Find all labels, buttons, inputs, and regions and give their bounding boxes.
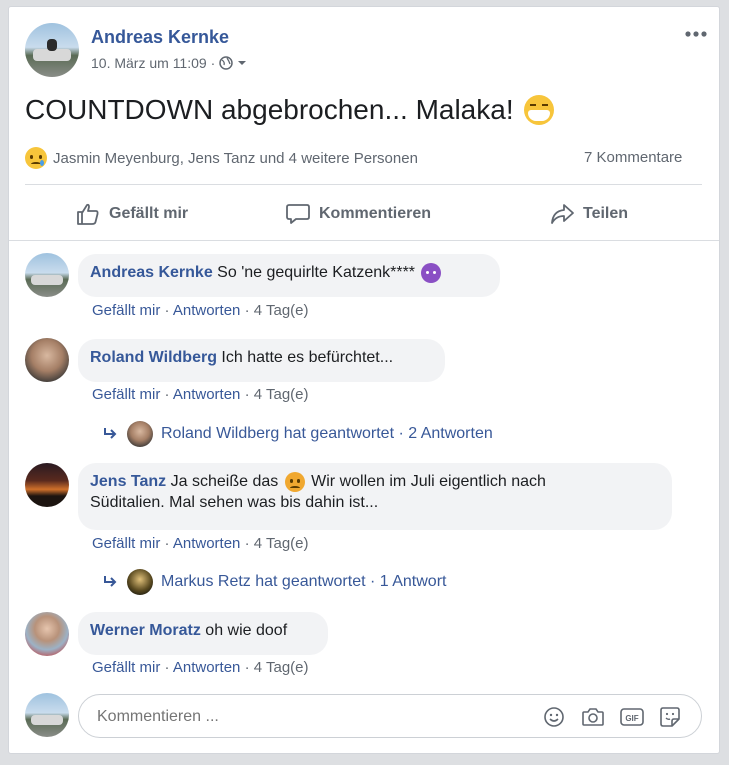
thumbs-up-icon bbox=[77, 203, 99, 225]
share-arrow-icon bbox=[551, 204, 574, 224]
view-replies-link[interactable]: Roland Wildberg hat geantwortet · 2 Antw… bbox=[103, 421, 493, 447]
ellipsis-icon bbox=[685, 31, 707, 37]
comment-text: Süditalien. Mal sehen was bis dahin ist.… bbox=[90, 494, 379, 511]
comment-author[interactable]: Werner Moratz bbox=[90, 622, 201, 639]
sad-reaction-icon bbox=[25, 147, 47, 169]
comment-like-link[interactable]: Gefällt mir bbox=[92, 659, 160, 676]
post-card: Andreas Kernke 10. März um 11:09 · COUNT… bbox=[8, 6, 720, 754]
comment-bubble: Andreas Kernke So 'ne gequirlte Katzenk*… bbox=[78, 254, 500, 297]
divider bbox=[9, 240, 719, 241]
post-meta: 10. März um 11:09 · bbox=[91, 55, 247, 71]
share-button[interactable]: Teilen bbox=[549, 201, 628, 227]
comment-actions: Gefällt mir · Antworten · 4 Tag(e) bbox=[92, 302, 309, 319]
comment-reply-link[interactable]: Antworten bbox=[173, 386, 241, 403]
post-author-name[interactable]: Andreas Kernke bbox=[91, 27, 229, 48]
reply-arrow-icon bbox=[104, 576, 117, 587]
comment-text: Ja scheiße das bbox=[170, 473, 279, 490]
comment-bubble: Werner Moratz oh wie doof bbox=[78, 612, 328, 655]
comment-bubble: Roland Wildberg Ich hatte es befürchtet.… bbox=[78, 339, 445, 382]
gif-icon[interactable]: GIF bbox=[619, 706, 645, 728]
camera-icon[interactable] bbox=[581, 706, 605, 728]
reactions-text[interactable]: Jasmin Meyenburg, Jens Tanz und 4 weiter… bbox=[53, 150, 418, 167]
comment-text: So 'ne gequirlte Katzenk**** bbox=[217, 264, 416, 281]
comment-reply-link[interactable]: Antworten bbox=[173, 659, 241, 676]
comment-avatar[interactable] bbox=[25, 463, 69, 507]
sticker-icon[interactable] bbox=[659, 706, 681, 728]
post-timestamp[interactable]: 10. März um 11:09 · bbox=[91, 55, 215, 71]
comment-time[interactable]: 4 Tag(e) bbox=[254, 535, 309, 552]
comment-time[interactable]: 4 Tag(e) bbox=[254, 386, 309, 403]
comment-author[interactable]: Andreas Kernke bbox=[90, 264, 213, 281]
reactions-summary[interactable]: Jasmin Meyenburg, Jens Tanz und 4 weiter… bbox=[25, 147, 418, 169]
mask-face-emoji-icon bbox=[523, 95, 554, 125]
comment-composer: GIF bbox=[78, 694, 702, 738]
comment-avatar[interactable] bbox=[25, 612, 69, 656]
view-replies-link[interactable]: Markus Retz hat geantwortet · 1 Antwort bbox=[103, 569, 446, 595]
comments-count[interactable]: 7 Kommentare bbox=[584, 149, 682, 166]
composer-avatar bbox=[25, 693, 69, 737]
comment-like-link[interactable]: Gefällt mir bbox=[92, 302, 160, 319]
emoji-icon[interactable] bbox=[543, 706, 565, 728]
like-button[interactable]: Gefällt mir bbox=[75, 201, 188, 227]
globe-icon[interactable] bbox=[219, 56, 233, 70]
comment-bubble: Jens Tanz Ja scheiße das Wir wollen im J… bbox=[78, 463, 672, 530]
comment-actions: Gefällt mir · Antworten · 4 Tag(e) bbox=[92, 659, 309, 676]
comment-text: oh wie doof bbox=[205, 622, 288, 639]
comment-time[interactable]: 4 Tag(e) bbox=[254, 302, 309, 319]
disappointed-emoji-icon bbox=[284, 471, 305, 492]
comment-reply-link[interactable]: Antworten bbox=[173, 302, 241, 319]
post-text: COUNTDOWN abgebrochen... Malaka! bbox=[25, 93, 554, 127]
comment-input[interactable] bbox=[95, 705, 529, 729]
author-avatar[interactable] bbox=[25, 23, 79, 77]
comment-avatar[interactable] bbox=[25, 253, 69, 297]
comment-text: Ich hatte es befürchtet... bbox=[221, 349, 394, 366]
comment-like-link[interactable]: Gefällt mir bbox=[92, 535, 160, 552]
reply-arrow-icon bbox=[104, 428, 117, 439]
comment-author[interactable]: Jens Tanz bbox=[90, 473, 166, 490]
comment-author[interactable]: Roland Wildberg bbox=[90, 349, 217, 366]
comment-like-link[interactable]: Gefällt mir bbox=[92, 386, 160, 403]
reply-avatar bbox=[127, 421, 153, 447]
reply-avatar bbox=[127, 569, 153, 595]
comment-text: Wir wollen im Juli eigentlich nach bbox=[311, 473, 546, 490]
speech-bubble-icon bbox=[286, 204, 310, 224]
svg-text:GIF: GIF bbox=[625, 714, 638, 723]
devil-emoji-icon bbox=[421, 262, 442, 283]
comment-avatar[interactable] bbox=[25, 338, 69, 382]
comment-actions: Gefällt mir · Antworten · 4 Tag(e) bbox=[92, 535, 309, 552]
chevron-down-icon[interactable] bbox=[237, 58, 247, 68]
comment-reply-link[interactable]: Antworten bbox=[173, 535, 241, 552]
comment-button[interactable]: Kommentieren bbox=[285, 201, 431, 227]
comment-time[interactable]: 4 Tag(e) bbox=[254, 659, 309, 676]
divider bbox=[25, 184, 702, 185]
comment-actions: Gefällt mir · Antworten · 4 Tag(e) bbox=[92, 386, 309, 403]
post-options-button[interactable] bbox=[684, 25, 710, 39]
